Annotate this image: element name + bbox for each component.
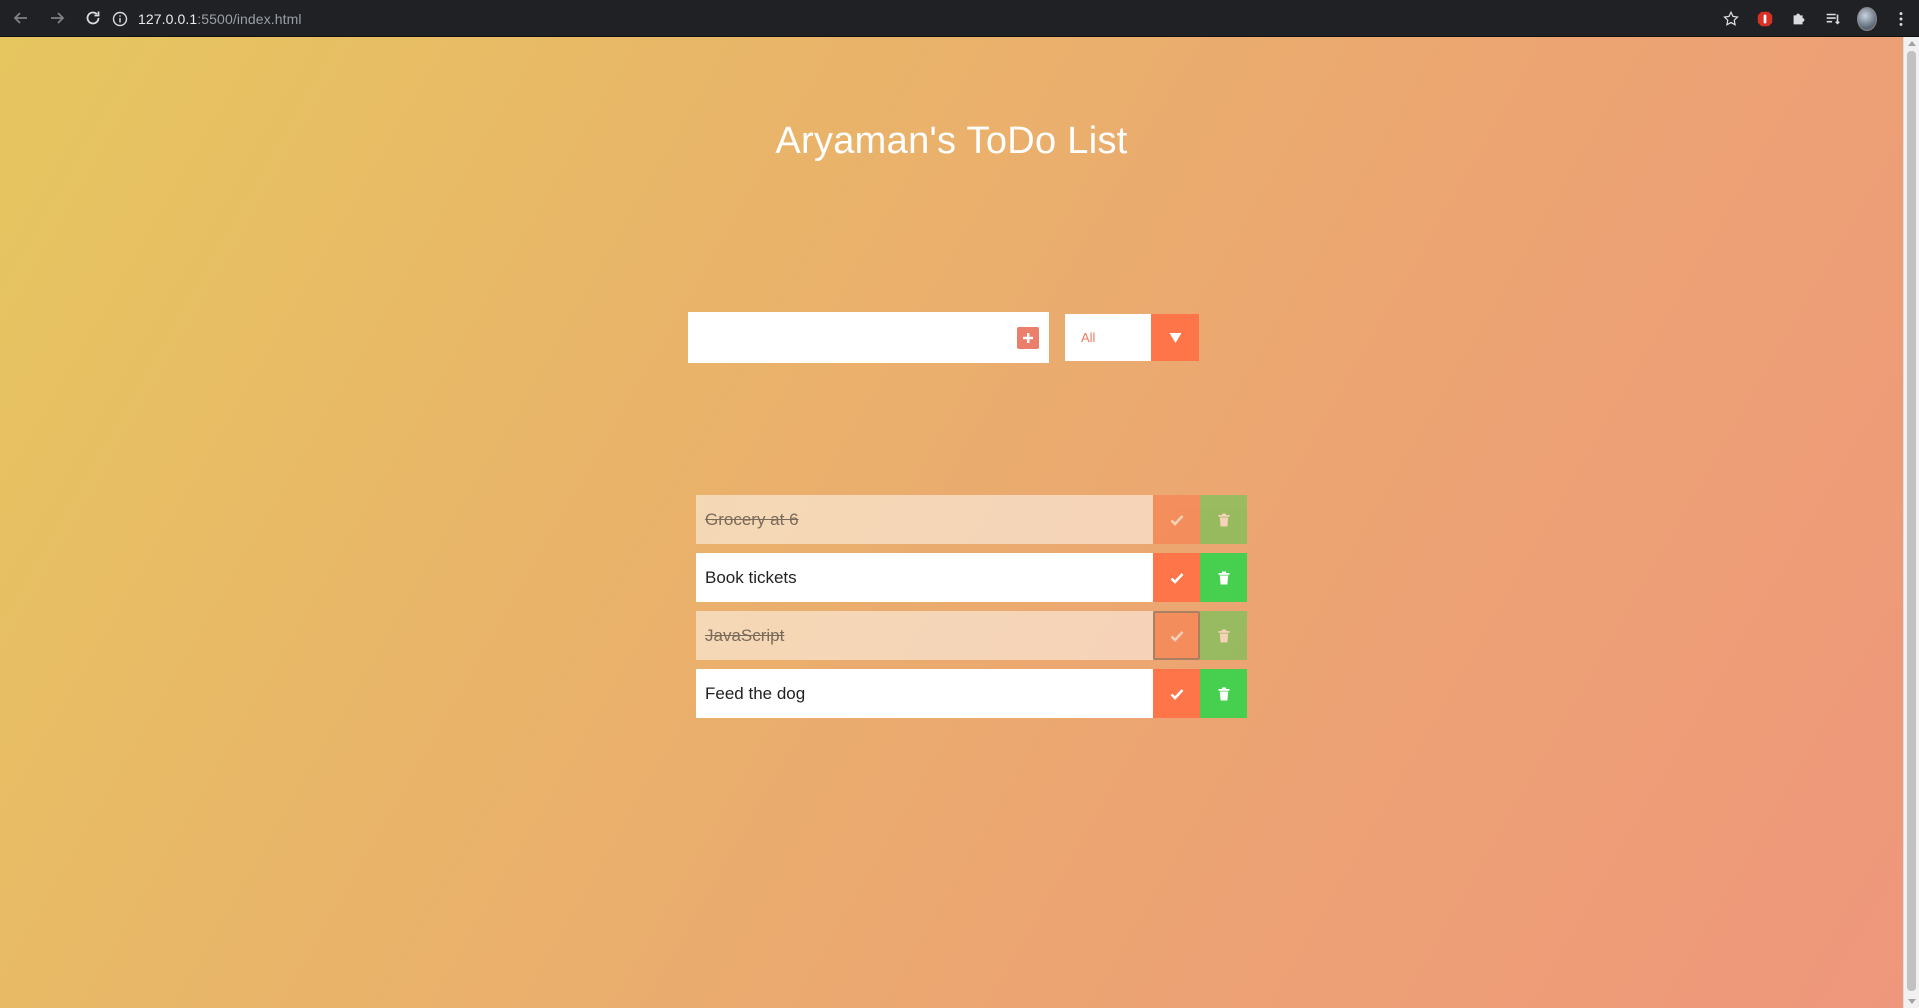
todo-item: JavaScript <box>696 611 1247 660</box>
extension-adblock-button[interactable] <box>1755 9 1775 29</box>
check-icon <box>1170 688 1183 700</box>
bookmark-star-button[interactable] <box>1721 9 1741 29</box>
trash-icon <box>1218 571 1229 584</box>
complete-button[interactable] <box>1153 495 1200 544</box>
check-icon <box>1170 572 1183 584</box>
puzzle-icon <box>1793 13 1805 24</box>
complete-button[interactable] <box>1153 611 1200 660</box>
scroll-up-arrow[interactable] <box>1908 41 1916 46</box>
filter-dropdown-button[interactable] <box>1151 314 1199 361</box>
reload-button[interactable] <box>78 3 108 33</box>
page-title: Aryaman's ToDo List <box>775 120 1128 162</box>
url-path: :5500/index.html <box>197 11 302 27</box>
todo-text: Book tickets <box>696 553 1153 602</box>
todo-list: Grocery at 6 Book tickets JavaScript Fee… <box>696 495 1247 727</box>
page-viewport: Aryaman's ToDo List All Grocery at 6 Boo… <box>0 37 1903 1008</box>
reading-list-button[interactable] <box>1823 9 1843 29</box>
forward-button[interactable] <box>42 3 72 33</box>
filter-selected-value: All <box>1081 330 1096 345</box>
vertical-scrollbar[interactable] <box>1903 37 1919 1008</box>
todo-input[interactable] <box>688 312 1049 363</box>
profile-button[interactable] <box>1857 6 1877 31</box>
browser-menu-button[interactable] <box>1891 9 1911 29</box>
complete-button[interactable] <box>1153 553 1200 602</box>
add-todo-button[interactable] <box>1017 327 1039 349</box>
kebab-menu-icon <box>1899 11 1903 26</box>
info-icon[interactable] <box>112 11 128 27</box>
todo-item: Book tickets <box>696 553 1247 602</box>
filter-select[interactable]: All <box>1065 314 1199 361</box>
star-icon <box>1723 10 1739 26</box>
trash-icon <box>1218 513 1229 526</box>
trash-icon <box>1218 687 1229 700</box>
reading-list-icon <box>1826 13 1840 25</box>
complete-button[interactable] <box>1153 669 1200 718</box>
todo-text: Grocery at 6 <box>696 495 1153 544</box>
adblock-icon <box>1757 11 1773 26</box>
scrollbar-thumb[interactable] <box>1907 51 1916 991</box>
scroll-down-arrow[interactable] <box>1908 999 1916 1004</box>
caret-down-icon <box>1169 332 1181 343</box>
url-host: 127.0.0.1 <box>138 11 198 27</box>
todo-item: Grocery at 6 <box>696 495 1247 544</box>
avatar <box>1857 6 1877 31</box>
check-icon <box>1170 514 1183 526</box>
delete-button[interactable] <box>1200 553 1247 602</box>
delete-button[interactable] <box>1200 611 1247 660</box>
address-bar[interactable]: 127.0.0.1:5500/index.html <box>112 6 302 32</box>
browser-toolbar: 127.0.0.1:5500/index.html <box>0 0 1919 37</box>
plus-icon <box>1023 333 1033 343</box>
back-arrow-icon <box>13 12 27 24</box>
back-button[interactable] <box>6 3 36 33</box>
check-icon <box>1170 630 1183 642</box>
todo-text: JavaScript <box>696 611 1153 660</box>
reload-icon <box>86 11 100 25</box>
extensions-button[interactable] <box>1789 9 1809 29</box>
url-text: 127.0.0.1:5500/index.html <box>138 11 302 27</box>
trash-icon <box>1218 629 1229 642</box>
todo-text: Feed the dog <box>696 669 1153 718</box>
delete-button[interactable] <box>1200 669 1247 718</box>
delete-button[interactable] <box>1200 495 1247 544</box>
forward-arrow-icon <box>51 12 65 24</box>
todo-item: Feed the dog <box>696 669 1247 718</box>
